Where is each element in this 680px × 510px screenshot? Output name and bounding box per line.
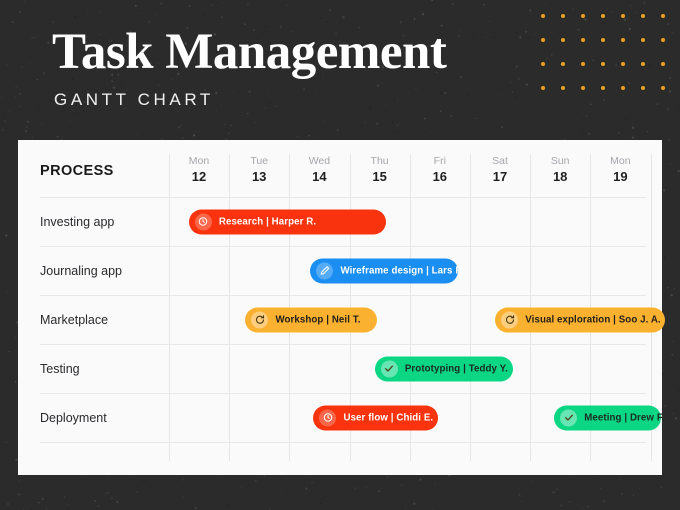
day-name-label: Sat [492,155,508,167]
day-date-label: 19 [613,169,628,185]
gantt-task-bar[interactable]: Prototyping | Teddy Y. [374,356,514,381]
pencil-icon [316,262,334,279]
gantt-task-bar[interactable]: Meeting | Drew F. [554,405,665,430]
day-name-label: Wed [308,155,331,167]
day-date-label: 16 [432,169,448,185]
gantt-task-label: User flow | Chidi E. [343,412,434,423]
day-date-label: 13 [251,169,267,185]
gantt-row-label: Deployment [40,410,107,425]
refresh-icon [251,311,269,328]
day-name-label: Thu [370,155,389,167]
day-name-label: Tue [250,155,269,167]
page-title: Task Management [52,24,447,80]
gantt-task-label: Visual exploration | Soo J. A. [525,314,661,325]
day-date-label: 17 [492,169,508,185]
gantt-task-label: Prototyping | Teddy Y. [404,363,508,374]
day-column-header: Wed 14 [289,154,349,186]
page-subtitle: GANTT CHART [54,90,214,109]
gantt-chart-card: PROCESS Mon 12 Tue 13 Wed 14 Thu 15 Fri 16 Sat 17 Su… [18,140,666,475]
day-column-header: Mon 12 [169,154,229,186]
page-header: Task Management GANTT CHART [0,0,680,140]
day-name-label: Mon [188,155,210,167]
day-column-header: Fri 16 [410,154,470,186]
grid-horizontal-line [40,442,646,443]
gantt-task-bar[interactable]: Workshop | Neil T. [245,307,377,332]
check-icon [380,360,398,377]
gantt-task-label: Wireframe design | Lars P. [340,265,464,276]
gantt-task-label: Workshop | Neil T. [275,314,361,325]
gantt-row-label: Journaling app [40,263,123,278]
gantt-task-bar[interactable]: Visual exploration | Soo J. A. [495,307,666,332]
day-column-header: Tue 13 [229,154,289,186]
gantt-task-label: Meeting | Drew F. [584,412,665,423]
gantt-row[interactable]: Testing [18,344,662,393]
gantt-task-bar[interactable]: Wireframe design | Lars P. [310,258,463,283]
gantt-task-bar[interactable]: Research | Harper R. [188,209,387,234]
day-date-label: 18 [552,169,568,185]
day-column-header: Mon 19 [590,154,650,186]
day-date-label: 15 [372,169,387,185]
day-date-label: 14 [312,169,327,185]
day-column-header: Thu 15 [350,154,410,186]
day-name-label: Fri [433,155,446,167]
clock-icon [194,213,212,230]
clock-icon [319,409,337,426]
gantt-row-label: Investing app [40,214,115,229]
day-column-header: Sat 17 [470,154,530,186]
refresh-icon [501,311,519,328]
gantt-task-label: Research | Harper R. [218,216,317,227]
gantt-header-row: PROCESS Mon 12 Tue 13 Wed 14 Thu 15 Fri 16 Sat 17 Su… [18,140,662,197]
gantt-row-label: Marketplace [40,312,109,327]
day-name-label: Sun [550,155,570,167]
gantt-row-label: Testing [40,361,80,376]
day-date-label: 12 [191,169,207,185]
process-column-header: PROCESS [40,163,114,179]
check-icon [560,409,578,426]
day-column-header: Sun 18 [530,154,590,186]
gantt-task-bar[interactable]: User flow | Chidi E. [313,405,439,430]
day-name-label: Mon [610,155,631,167]
